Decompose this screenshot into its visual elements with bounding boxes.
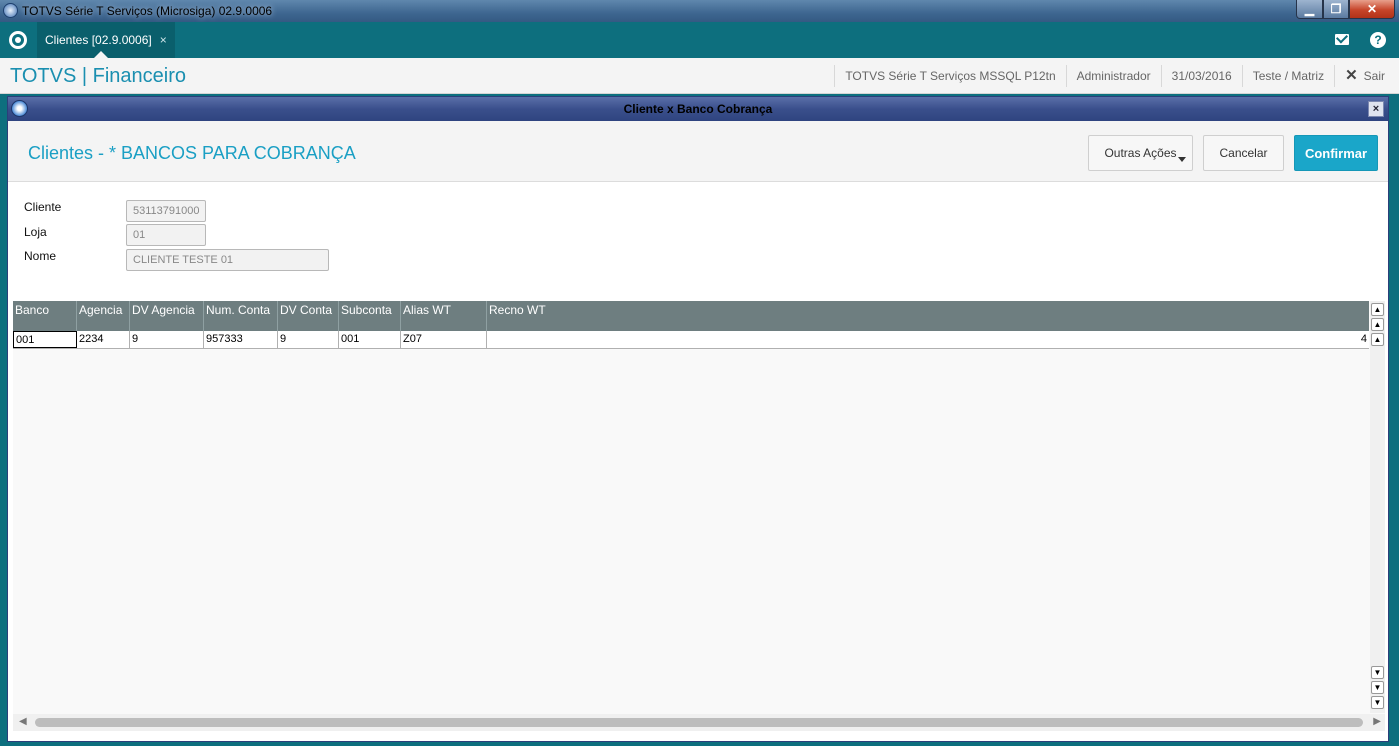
form-toolbar: Clientes - * BANCOS PARA COBRANÇA Outras… <box>8 121 1388 182</box>
scroll-bottom-icon[interactable]: ▼ <box>1371 696 1384 709</box>
confirm-button[interactable]: Confirmar <box>1294 135 1378 171</box>
help-icon[interactable]: ? <box>1370 32 1386 48</box>
cliente-label: Cliente <box>24 200 62 214</box>
horizontal-scrollbar[interactable]: ◀ ▶ <box>13 714 1385 731</box>
chevron-down-icon <box>1178 157 1186 162</box>
nome-label: Nome <box>24 249 57 263</box>
column-header-recno-wt[interactable]: Recno WT <box>487 301 1369 331</box>
exit-button[interactable]: ✕ Sair <box>1334 65 1399 87</box>
window-title: TOTVS Série T Serviços (Microsiga) 02.9.… <box>22 4 273 18</box>
close-icon: ✕ <box>1345 67 1358 84</box>
tab-bar: Clientes [02.9.0006] × ? <box>0 22 1399 58</box>
cell-banco[interactable]: 001 <box>13 331 77 348</box>
cell-num-conta[interactable]: 957333 <box>204 331 278 348</box>
cell-dv-agencia[interactable]: 9 <box>130 331 204 348</box>
column-header-agencia[interactable]: Agencia <box>77 301 130 331</box>
scroll-top-icon[interactable]: ▲ <box>1371 303 1384 316</box>
session-info: TOTVS Série T Serviços MSSQL P12tn Admin… <box>834 58 1399 94</box>
tab-close-icon[interactable]: × <box>160 33 167 47</box>
dialog-title: Cliente x Banco Cobrança <box>623 102 773 116</box>
window-controls: ▁ ❐ ✕ <box>1296 0 1395 19</box>
dialog-close-button[interactable]: × <box>1368 101 1384 117</box>
scroll-page-down-icon[interactable]: ▼ <box>1371 681 1384 694</box>
scroll-up-icon[interactable]: ▲ <box>1371 333 1384 346</box>
nome-field[interactable] <box>126 249 329 271</box>
bancos-grid: Banco Agencia DV Agencia Num. Conta DV C… <box>13 301 1385 729</box>
cell-agencia[interactable]: 2234 <box>77 331 130 348</box>
scroll-right-icon[interactable]: ▶ <box>1373 716 1381 727</box>
cell-alias-wt[interactable]: Z07 <box>401 331 487 348</box>
window-titlebar: TOTVS Série T Serviços (Microsiga) 02.9.… <box>0 0 1399 22</box>
grid-header: Banco Agencia DV Agencia Num. Conta DV C… <box>13 301 1369 331</box>
column-header-subconta[interactable]: Subconta <box>339 301 401 331</box>
app-header: TOTVS | Financeiro TOTVS Série T Serviço… <box>0 58 1399 94</box>
horizontal-scroll-thumb[interactable] <box>35 718 1363 727</box>
form-title: Clientes - * BANCOS PARA COBRANÇA <box>28 143 356 163</box>
scroll-left-icon[interactable]: ◀ <box>19 716 27 727</box>
column-header-dv-agencia[interactable]: DV Agencia <box>130 301 204 331</box>
table-row[interactable]: 001 2234 9 957333 9 001 Z07 4 <box>13 331 1369 349</box>
cell-subconta[interactable]: 001 <box>339 331 401 348</box>
vertical-scrollbar[interactable]: ▲ ▲ ▲ ▼ ▼ ▼ <box>1370 301 1385 713</box>
module-title: TOTVS | Financeiro <box>10 65 186 87</box>
scroll-page-up-icon[interactable]: ▲ <box>1371 318 1384 331</box>
date-label[interactable]: 31/03/2016 <box>1160 65 1242 87</box>
loja-field[interactable] <box>126 224 206 246</box>
minimize-button[interactable]: ▁ <box>1296 0 1323 19</box>
app-icon <box>3 3 18 18</box>
tab-pointer <box>94 51 108 58</box>
tab-label: Clientes [02.9.0006] <box>45 33 152 47</box>
maximize-button[interactable]: ❐ <box>1323 0 1349 19</box>
cell-dv-conta[interactable]: 9 <box>278 331 339 348</box>
column-header-num-conta[interactable]: Num. Conta <box>204 301 278 331</box>
mail-icon[interactable] <box>1335 34 1349 45</box>
user-label[interactable]: Administrador <box>1065 65 1161 87</box>
cell-recno-wt[interactable]: 4 <box>487 331 1369 348</box>
cancel-button[interactable]: Cancelar <box>1203 135 1284 171</box>
other-actions-button[interactable]: Outras Ações <box>1088 135 1193 171</box>
cliente-banco-dialog: Cliente x Banco Cobrança × Clientes - * … <box>7 96 1389 742</box>
exit-label: Sair <box>1363 69 1385 83</box>
company-label[interactable]: Teste / Matriz <box>1241 65 1334 87</box>
loja-label: Loja <box>24 225 47 239</box>
close-window-button[interactable]: ✕ <box>1349 0 1395 19</box>
column-header-dv-conta[interactable]: DV Conta <box>278 301 339 331</box>
column-header-alias-wt[interactable]: Alias WT <box>401 301 487 331</box>
cliente-field[interactable] <box>126 200 206 222</box>
scroll-down-icon[interactable]: ▼ <box>1371 666 1384 679</box>
column-header-banco[interactable]: Banco <box>13 301 77 331</box>
other-actions-label: Outras Ações <box>1104 146 1177 160</box>
environment-label[interactable]: TOTVS Série T Serviços MSSQL P12tn <box>834 65 1065 87</box>
dialog-titlebar: Cliente x Banco Cobrança × <box>8 97 1388 121</box>
totvs-logo-icon[interactable] <box>9 31 27 49</box>
